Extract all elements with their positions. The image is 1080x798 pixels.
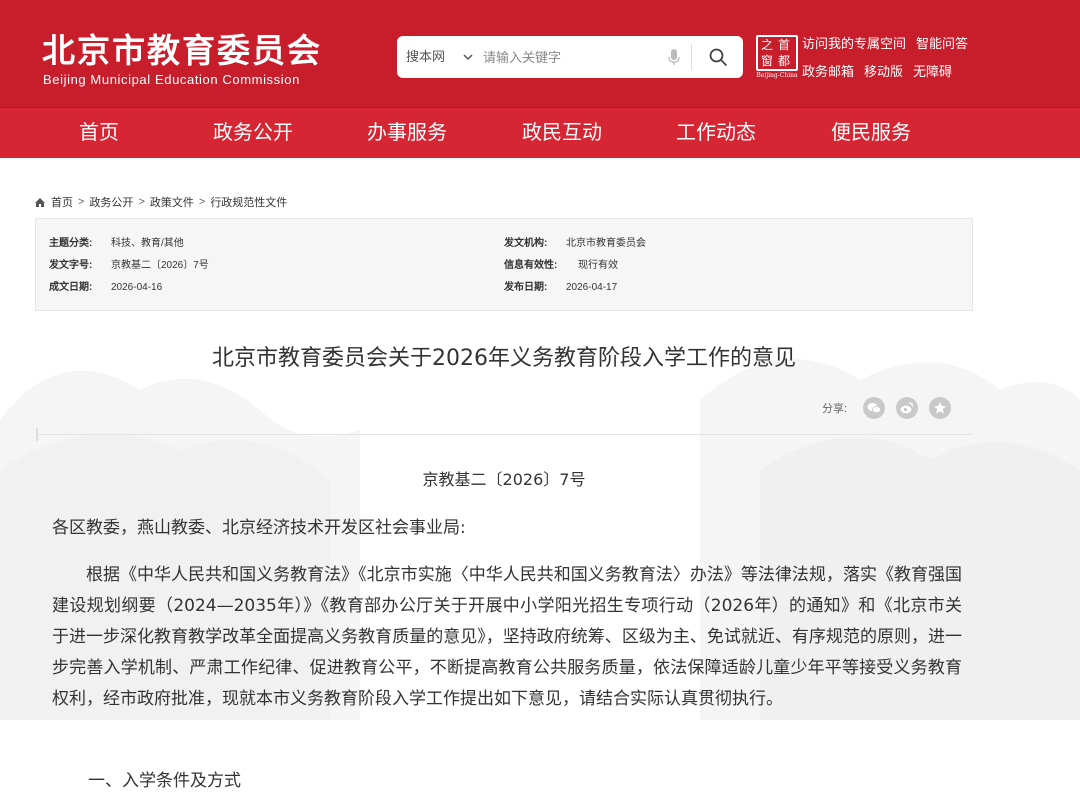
meta-publish: 发布日期: 2026-04-17 <box>504 281 617 295</box>
seal-glyph-4: 窗 <box>761 54 774 68</box>
breadcrumb: 首页 > 政务公开 > 政策文件 > 行政规范性文件 <box>34 194 287 210</box>
share-label: 分享: <box>822 403 848 415</box>
share-favorite-button[interactable] <box>929 397 952 419</box>
meta-date: 成文日期: 2026-04-16 <box>49 281 162 295</box>
breadcrumb-separator: > <box>138 196 145 208</box>
nav-item-interaction[interactable]: 政民互动 <box>502 108 622 159</box>
link-personal-space[interactable]: 访问我的专属空间 <box>802 35 906 63</box>
star-icon <box>934 402 947 414</box>
meta-issuer-value: 北京市教育委员会 <box>566 238 646 249</box>
seal-caption: Beijing-China <box>756 72 798 79</box>
title-divider <box>36 428 972 441</box>
meta-doc-no-label: 发文字号: <box>49 260 93 271</box>
home-icon <box>35 197 45 207</box>
link-smart-qa[interactable]: 智能问答 <box>916 35 968 63</box>
meta-validity-value: 现行有效 <box>578 260 618 271</box>
chevron-down-icon[interactable] <box>461 50 475 64</box>
meta-validity: 信息有效性: 现行有效 <box>504 259 618 273</box>
seal-glyph-3: 之 <box>761 38 774 52</box>
breadcrumb-separator: > <box>198 196 206 208</box>
page-title: 北京市教育委员会关于2026年义务教育阶段入学工作的意见 <box>212 346 796 371</box>
meta-date-label: 成文日期: <box>49 282 93 293</box>
meta-topic-label: 主题分类: <box>49 238 93 249</box>
meta-topic: 主题分类: 科技、教育/其他 <box>49 237 184 251</box>
nav-item-work-news[interactable]: 工作动态 <box>656 108 776 159</box>
breadcrumb-gov-affairs[interactable]: 政务公开 <box>89 194 133 210</box>
nav-item-services[interactable]: 办事服务 <box>347 108 467 159</box>
main-nav: 首页 政务公开 办事服务 政民互动 工作动态 便民服务 <box>0 107 1080 158</box>
meta-doc-no-value: 京教基二〔2026〕7号 <box>111 260 209 271</box>
search-icon <box>709 48 727 66</box>
link-mobile[interactable]: 移动版 <box>864 63 903 91</box>
top-links-row-1: 访问我的专属空间 智能问答 <box>802 35 1072 63</box>
document-meta: 主题分类: 科技、教育/其他 发文字号: 京教基二〔2026〕7号 成文日期: 202… <box>35 218 973 311</box>
salutation: 各区教委，燕山教委、北京经济技术开发区社会事业局: <box>52 518 466 538</box>
site-logo-en[interactable]: Beijing Municipal Education Commission <box>43 72 300 88</box>
search-scope-select[interactable]: 搜本网 <box>406 36 445 78</box>
nav-item-home[interactable]: 首页 <box>39 108 159 159</box>
section-heading-1: 一、入学条件及方式 <box>88 771 241 791</box>
seal-glyph-1: 首 <box>778 38 791 52</box>
breadcrumb-normative-docs[interactable]: 行政规范性文件 <box>210 194 287 210</box>
link-accessibility[interactable]: 无障碍 <box>913 63 952 91</box>
search-button[interactable] <box>693 36 743 78</box>
meta-doc-no: 发文字号: 京教基二〔2026〕7号 <box>49 259 209 273</box>
meta-date-value: 2026-04-16 <box>111 282 163 293</box>
nav-item-convenience[interactable]: 便民服务 <box>811 108 931 159</box>
microphone-icon[interactable] <box>667 48 681 66</box>
breadcrumb-policy-docs[interactable]: 政策文件 <box>150 194 194 210</box>
share-wechat-button[interactable] <box>863 397 886 419</box>
search-input[interactable] <box>483 42 669 72</box>
weibo-icon <box>900 402 914 414</box>
site-header: 北京市教育委员会 Beijing Municipal Education Com… <box>0 0 1080 107</box>
share-bar: 分享: <box>822 396 962 420</box>
meta-issuer-label: 发文机构: <box>504 238 548 249</box>
breadcrumb-separator: > <box>78 196 85 208</box>
meta-issuer: 发文机构: 北京市教育委员会 <box>504 237 646 251</box>
capital-window-seal[interactable]: 首 都 之 窗 Beijing-China <box>754 35 800 81</box>
search-box: 搜本网 <box>397 36 743 78</box>
breadcrumb-home[interactable]: 首页 <box>51 194 73 210</box>
body-paragraph-1: 根据《中华人民共和国义务教育法》《北京市实施〈中华人民共和国义务教育法〉办法》等… <box>52 565 962 709</box>
document-number: 京教基二〔2026〕7号 <box>422 470 586 489</box>
seal-glyph-2: 都 <box>778 54 791 68</box>
top-links: 访问我的专属空间 智能问答 政务邮箱 移动版 无障碍 <box>802 35 1072 91</box>
meta-topic-value: 科技、教育/其他 <box>111 238 184 249</box>
meta-validity-label: 信息有效性: <box>504 260 558 271</box>
nav-item-gov-affairs[interactable]: 政务公开 <box>193 108 313 159</box>
top-links-row-2: 政务邮箱 移动版 无障碍 <box>802 63 1072 91</box>
link-gov-mail[interactable]: 政务邮箱 <box>802 63 854 91</box>
site-logo-cn[interactable]: 北京市教育委员会 <box>42 32 322 70</box>
wechat-icon <box>867 403 881 414</box>
meta-publish-label: 发布日期: <box>504 282 548 293</box>
search-divider <box>691 44 692 70</box>
meta-publish-value: 2026-04-17 <box>566 282 618 293</box>
share-weibo-button[interactable] <box>896 397 919 419</box>
